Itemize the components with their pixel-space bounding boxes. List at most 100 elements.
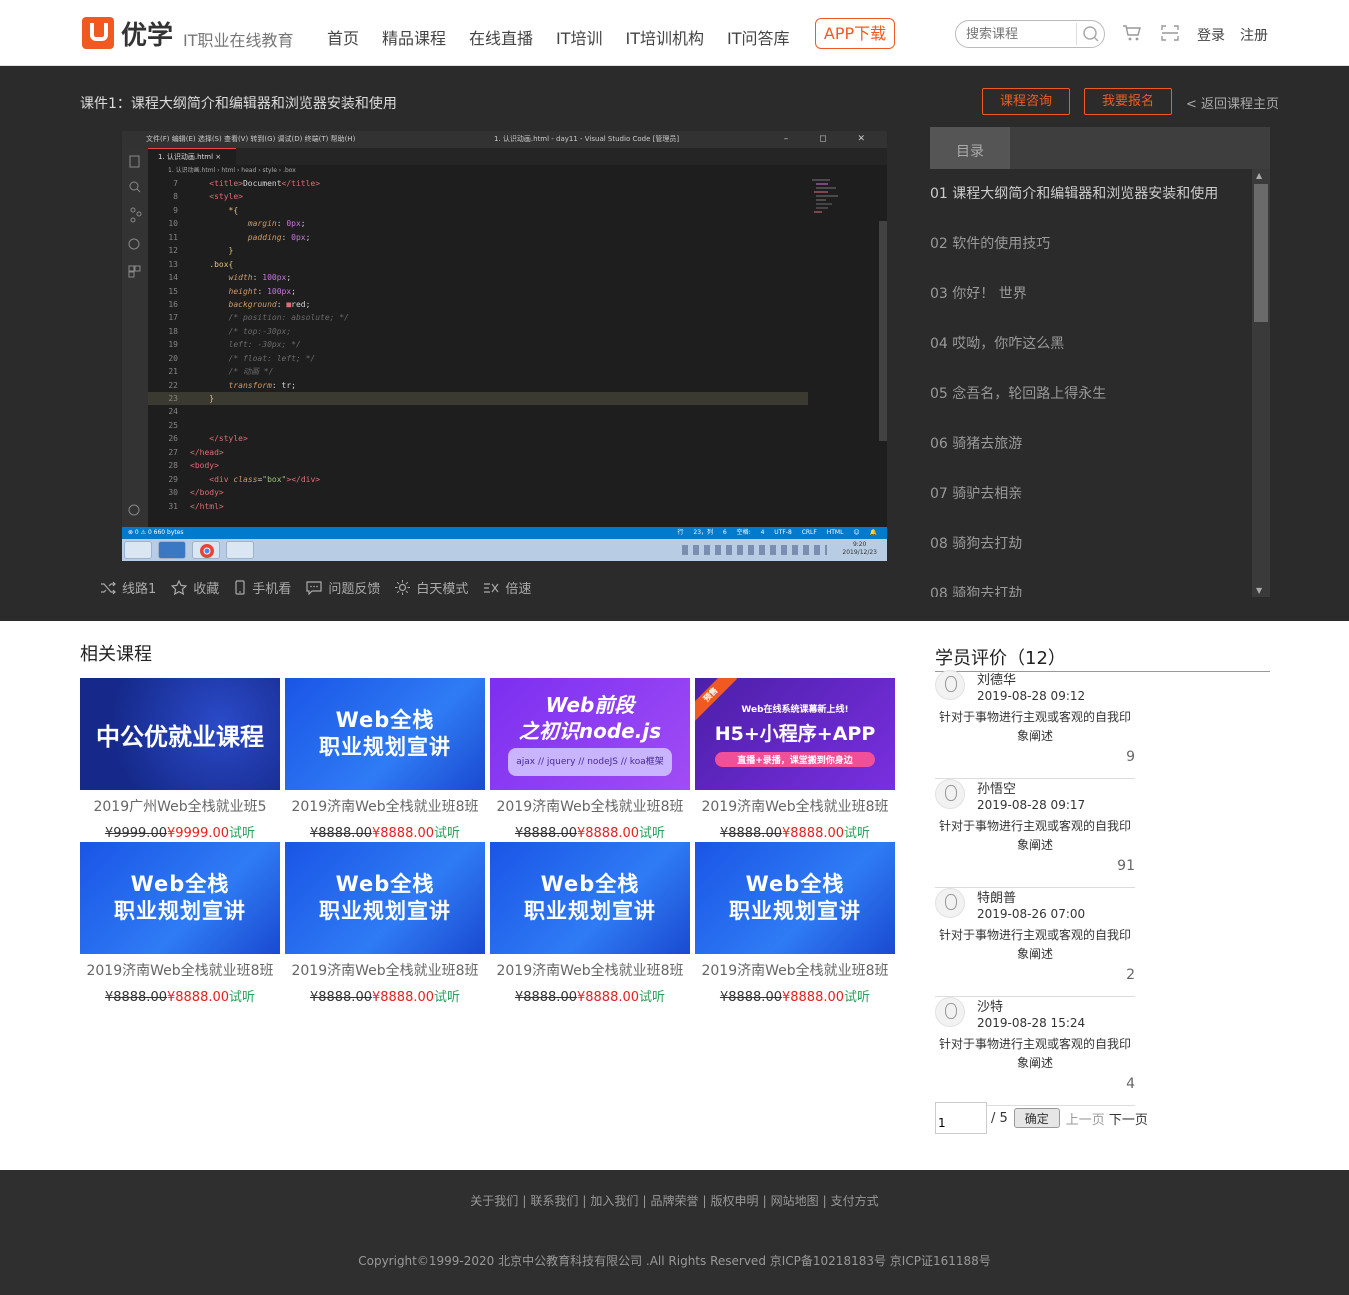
- scroll-down-icon[interactable]: ▼: [1256, 586, 1262, 595]
- catalog-item[interactable]: 08 骑狗去打劫: [930, 569, 1252, 597]
- sun-icon: [395, 580, 411, 595]
- brand-name[interactable]: 优学: [121, 15, 173, 52]
- course-thumbnail[interactable]: 预售 Web在线系统课幕新上线! H5+小程序+APP 直播+录播，课堂搬到你身边: [695, 678, 895, 790]
- thumbnail-text: Web全栈 职业规划宣讲: [319, 871, 451, 925]
- nav-item-qa[interactable]: IT问答库: [727, 25, 790, 49]
- course-card[interactable]: Web全栈 职业规划宣讲 2019济南Web全栈就业班8班 ¥8888.00¥8888…: [285, 678, 485, 841]
- nav-item-training[interactable]: IT培训: [556, 25, 603, 49]
- footer-link[interactable]: 品牌荣誉: [650, 1194, 698, 1208]
- logo-icon[interactable]: [82, 17, 114, 49]
- course-card[interactable]: Web全栈 职业规划宣讲 2019济南Web全栈就业班8班 ¥8888.00¥8888…: [285, 842, 485, 1005]
- day-mode-control[interactable]: 白天模式: [395, 578, 468, 597]
- trial-link[interactable]: 试听: [229, 826, 255, 841]
- feedback-control[interactable]: 问题反馈: [306, 578, 380, 597]
- nav-item-institutions[interactable]: IT培训机构: [626, 25, 705, 49]
- route-label: 线路1: [122, 582, 157, 597]
- course-card[interactable]: 预售 Web在线系统课幕新上线! H5+小程序+APP 直播+录播，课堂搬到你身边 20…: [695, 678, 895, 841]
- trial-link[interactable]: 试听: [639, 990, 665, 1005]
- route-control[interactable]: 线路1: [100, 578, 156, 597]
- mobile-watch-control[interactable]: 手机看: [234, 578, 291, 597]
- prev-page-link[interactable]: 上一页: [1066, 1109, 1105, 1128]
- footer-link[interactable]: 关于我们: [470, 1194, 518, 1208]
- thumbnail-line: 之初识node.js: [518, 719, 662, 743]
- app-download-button[interactable]: APP下载: [815, 18, 895, 49]
- scan-icon[interactable]: [1161, 24, 1179, 42]
- code-text: /* top:-30px;: [228, 326, 292, 336]
- catalog-item[interactable]: 02 软件的使用技巧: [930, 219, 1252, 269]
- reviews-pager: / 5 确定 上一页 下一页: [935, 1102, 1148, 1134]
- scroll-up-icon[interactable]: ▲: [1256, 171, 1262, 180]
- course-thumbnail[interactable]: Web全栈 职业规划宣讲: [80, 842, 280, 954]
- course-title[interactable]: 2019济南Web全栈就业班8班: [490, 796, 690, 816]
- favorite-control[interactable]: 收藏: [171, 578, 219, 597]
- trial-link[interactable]: 试听: [844, 826, 870, 841]
- trial-link[interactable]: 试听: [434, 990, 460, 1005]
- video-taskbar-tray: [682, 545, 827, 555]
- footer-link[interactable]: 支付方式: [831, 1194, 879, 1208]
- trial-link[interactable]: 试听: [639, 826, 665, 841]
- review-count: 9: [1126, 749, 1135, 765]
- course-title[interactable]: 2019广州Web全栈就业班5: [80, 796, 280, 816]
- nav-item-courses[interactable]: 精品课程: [382, 25, 446, 49]
- page-go-button[interactable]: 确定: [1013, 1108, 1060, 1128]
- nav-item-home[interactable]: 首页: [327, 25, 359, 49]
- course-title[interactable]: 2019济南Web全栈就业班8班: [695, 796, 895, 816]
- course-card[interactable]: Web前段 之初识node.js ajax // jquery // nodeJS …: [490, 678, 690, 841]
- footer-link[interactable]: 版权申明: [711, 1194, 759, 1208]
- copyright: Copyright©1999-2020 北京中公教育科技有限公司 .All Ri…: [358, 1254, 991, 1268]
- catalog-item[interactable]: 08 骑狗去打劫: [930, 519, 1252, 569]
- page-number-input[interactable]: [935, 1102, 987, 1134]
- course-card[interactable]: 中公优就业课程 2019广州Web全栈就业班5 ¥9999.00¥9999.00试听: [80, 678, 280, 841]
- course-title[interactable]: 2019济南Web全栈就业班8班: [490, 960, 690, 980]
- consult-button[interactable]: 课程咨询: [982, 88, 1070, 115]
- footer-link[interactable]: 联系我们: [530, 1194, 578, 1208]
- catalog-item[interactable]: 01 课程大纲简介和编辑器和浏览器安装和使用: [930, 169, 1252, 219]
- course-title[interactable]: 2019济南Web全栈就业班8班: [695, 960, 895, 980]
- footer-link[interactable]: 网站地图: [771, 1194, 819, 1208]
- course-card[interactable]: Web全栈 职业规划宣讲 2019济南Web全栈就业班8班 ¥8888.00¥8888…: [490, 842, 690, 1005]
- footer-separator: |: [702, 1194, 707, 1208]
- course-card[interactable]: Web全栈 职业规划宣讲 2019济南Web全栈就业班8班 ¥8888.00¥8888…: [695, 842, 895, 1005]
- star-icon: [171, 580, 188, 595]
- course-card[interactable]: Web全栈 职业规划宣讲 2019济南Web全栈就业班8班 ¥8888.00¥8888…: [80, 842, 280, 1005]
- video-player[interactable]: 文件(F) 编辑(E) 选择(S) 查看(V) 转到(G) 调试(D) 终端(T…: [122, 131, 887, 561]
- catalog-item[interactable]: 05 念吾名，轮回路上得永生: [930, 369, 1252, 419]
- trial-link[interactable]: 试听: [844, 990, 870, 1005]
- course-thumbnail[interactable]: Web全栈 职业规划宣讲: [695, 842, 895, 954]
- course-thumbnail[interactable]: Web全栈 职业规划宣讲: [285, 678, 485, 790]
- reviewer-name: 沙特: [977, 1000, 1004, 1015]
- search-icon[interactable]: [1076, 23, 1104, 45]
- catalog-scroll-thumb[interactable]: [1254, 184, 1268, 322]
- catalog-item[interactable]: 06 骑猪去旅游: [930, 419, 1252, 469]
- course-thumbnail[interactable]: Web全栈 职业规划宣讲: [285, 842, 485, 954]
- search-input[interactable]: [966, 25, 1071, 43]
- nav-item-live[interactable]: 在线直播: [469, 25, 533, 49]
- speed-control[interactable]: 倍速: [483, 578, 531, 597]
- catalog-item[interactable]: 03 你好！ 世界: [930, 269, 1252, 319]
- catalog-item[interactable]: 04 哎呦，你咋这么黑: [930, 319, 1252, 369]
- related-courses-title: 相关课程: [80, 644, 152, 665]
- course-thumbnail[interactable]: 中公优就业课程: [80, 678, 280, 790]
- catalog-tab[interactable]: 目录: [930, 127, 1010, 169]
- catalog-item[interactable]: 07 骑驴去相亲: [930, 469, 1252, 519]
- thumbnail-line: Web全栈: [540, 872, 640, 896]
- course-title[interactable]: 2019济南Web全栈就业班8班: [285, 796, 485, 816]
- course-thumbnail[interactable]: Web前段 之初识node.js ajax // jquery // nodeJS …: [490, 678, 690, 790]
- register-link[interactable]: 注册: [1240, 25, 1268, 45]
- catalog-scrollbar[interactable]: ▲ ▼: [1252, 169, 1270, 597]
- cart-icon[interactable]: [1122, 24, 1142, 42]
- login-link[interactable]: 登录: [1197, 25, 1225, 45]
- code-line: 11 padding: 0px;: [148, 231, 808, 244]
- course-title[interactable]: 2019济南Web全栈就业班8班: [80, 960, 280, 980]
- trial-link[interactable]: 试听: [434, 826, 460, 841]
- footer-link[interactable]: 加入我们: [590, 1194, 638, 1208]
- trial-link[interactable]: 试听: [229, 990, 255, 1005]
- next-page-link[interactable]: 下一页: [1109, 1109, 1148, 1128]
- review-time: 2019-08-28 09:12: [977, 689, 1086, 703]
- thumbnail-text: Web全栈 职业规划宣讲: [114, 871, 246, 925]
- back-to-course-link[interactable]: < 返回课程主页: [1186, 93, 1279, 112]
- course-title[interactable]: 2019济南Web全栈就业班8班: [285, 960, 485, 980]
- code-line: 16 background: ■red;: [148, 298, 808, 311]
- enroll-button[interactable]: 我要报名: [1084, 88, 1172, 115]
- course-thumbnail[interactable]: Web全栈 职业规划宣讲: [490, 842, 690, 954]
